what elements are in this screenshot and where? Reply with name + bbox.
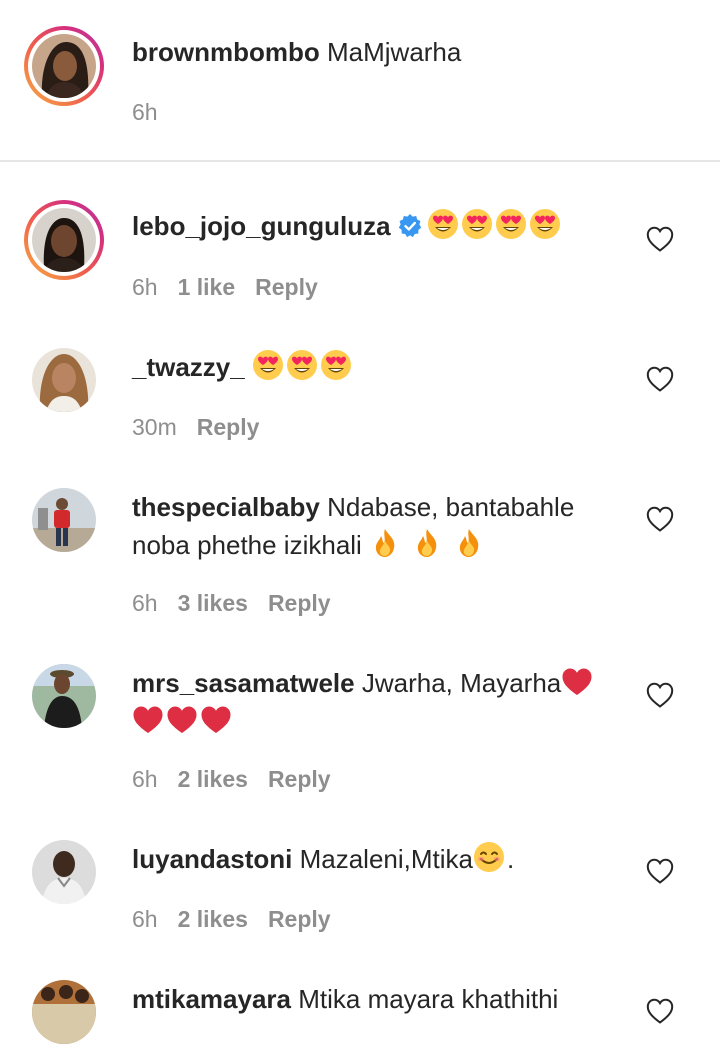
- heart-outline-icon: [646, 366, 674, 392]
- comment-body-line2: noba phethe izikhali: [132, 530, 370, 560]
- comment-username[interactable]: lebo_jojo_gunguluza: [132, 211, 391, 241]
- heart-outline-icon: [646, 226, 674, 252]
- comment-username[interactable]: luyandastoni: [132, 844, 292, 874]
- comment-timestamp: 6h: [132, 590, 158, 616]
- comment-text: luyandastoni Mazaleni,Mtika.: [132, 840, 612, 878]
- red-heart-emoji-icon: [561, 667, 593, 697]
- caption-username[interactable]: brownmbombo: [132, 37, 320, 67]
- comment-body: Mazaleni,Mtika: [292, 844, 473, 874]
- comment-body: [245, 352, 252, 382]
- comment-meta: 6h 2 likes Reply: [132, 765, 351, 793]
- comment-avatar[interactable]: [32, 488, 96, 552]
- heart-eyes-emoji-icon: [320, 349, 352, 381]
- comment-username[interactable]: thespecialbaby: [132, 492, 320, 522]
- comment-meta: 6h 2 likes Reply: [132, 905, 351, 933]
- red-heart-emoji-icon: [166, 705, 198, 735]
- like-button[interactable]: [646, 226, 674, 252]
- like-button[interactable]: [646, 682, 674, 708]
- avatar-photo-icon: [32, 348, 96, 412]
- red-heart-emoji-icon: [132, 705, 164, 735]
- fire-emoji-icon: [453, 527, 485, 559]
- reply-button[interactable]: Reply: [255, 274, 318, 300]
- comment-meta: 6h 1 like Reply: [132, 273, 338, 301]
- like-button[interactable]: [646, 998, 674, 1024]
- comment-timestamp: 6h: [132, 906, 158, 932]
- avatar-photo-icon: [32, 208, 96, 272]
- comment-body: Ndabase, bantabahle: [319, 492, 575, 522]
- heart-eyes-emoji-icon: [495, 208, 527, 240]
- smiling-face-emoji-icon: [473, 841, 505, 873]
- like-button[interactable]: [646, 858, 674, 884]
- caption-text: brownmbombo MaMjwarha: [132, 33, 612, 71]
- avatar-photo-icon: [32, 840, 96, 904]
- comment-text: mtikamayara Mtika mayara khathithi: [132, 980, 612, 1018]
- comment-username[interactable]: mtikamayara: [132, 984, 291, 1014]
- fire-emoji-icon: [411, 527, 443, 559]
- caption-author-avatar[interactable]: [24, 26, 104, 106]
- comment-text: thespecialbaby Ndabase, bantabahle noba p…: [132, 488, 612, 564]
- caption-meta: 6h: [132, 98, 178, 126]
- comment-timestamp: 6h: [132, 274, 158, 300]
- heart-eyes-emoji-icon: [461, 208, 493, 240]
- heart-outline-icon: [646, 858, 674, 884]
- heart-outline-icon: [646, 998, 674, 1024]
- post-caption: brownmbombo MaMjwarha 6h: [0, 0, 720, 160]
- likes-count[interactable]: 2 likes: [178, 906, 248, 932]
- avatar-photo-icon: [32, 34, 96, 98]
- reply-button[interactable]: Reply: [268, 766, 331, 792]
- fire-emoji-icon: [369, 527, 401, 559]
- comment-meta: 6h 3 likes Reply: [132, 589, 351, 617]
- heart-outline-icon: [646, 506, 674, 532]
- comment-body: Mtika mayara khathithi: [291, 984, 559, 1014]
- comment-meta: 30m Reply: [132, 413, 279, 441]
- comment-text: mrs_sasamatwele Jwarha, Mayarha: [132, 664, 612, 740]
- divider: [0, 160, 720, 162]
- comment-timestamp: 6h: [132, 766, 158, 792]
- comment-body-end: .: [506, 844, 515, 874]
- reply-button[interactable]: Reply: [268, 590, 331, 616]
- comment-body: Jwarha, Mayarha: [354, 668, 562, 698]
- avatar-photo-icon: [32, 664, 96, 728]
- comment-username[interactable]: mrs_sasamatwele: [132, 668, 355, 698]
- avatar-photo-icon: [32, 980, 96, 1044]
- comment-avatar[interactable]: [24, 200, 104, 280]
- like-button[interactable]: [646, 366, 674, 392]
- likes-count[interactable]: 1 like: [178, 274, 236, 300]
- comment-text: lebo_jojo_gunguluza: [132, 207, 612, 245]
- heart-eyes-emoji-icon: [252, 349, 284, 381]
- like-button[interactable]: [646, 506, 674, 532]
- caption-body: MaMjwarha: [319, 37, 462, 67]
- heart-eyes-emoji-icon: [529, 208, 561, 240]
- comment-avatar[interactable]: [32, 348, 96, 412]
- comment-avatar[interactable]: [32, 980, 96, 1044]
- verified-badge-icon: [398, 214, 421, 238]
- likes-count[interactable]: 3 likes: [178, 590, 248, 616]
- caption-timestamp: 6h: [132, 99, 158, 125]
- comment-text: _twazzy_: [132, 348, 612, 386]
- heart-eyes-emoji-icon: [286, 349, 318, 381]
- red-heart-emoji-icon: [200, 705, 232, 735]
- comment-username[interactable]: _twazzy_: [132, 352, 245, 382]
- reply-button[interactable]: Reply: [268, 906, 331, 932]
- likes-count[interactable]: 2 likes: [178, 766, 248, 792]
- comment-avatar[interactable]: [32, 664, 96, 728]
- heart-outline-icon: [646, 682, 674, 708]
- reply-button[interactable]: Reply: [197, 414, 260, 440]
- heart-eyes-emoji-icon: [427, 208, 459, 240]
- comment-avatar[interactable]: [32, 840, 96, 904]
- avatar-photo-icon: [32, 488, 96, 552]
- comment-timestamp: 30m: [132, 414, 177, 440]
